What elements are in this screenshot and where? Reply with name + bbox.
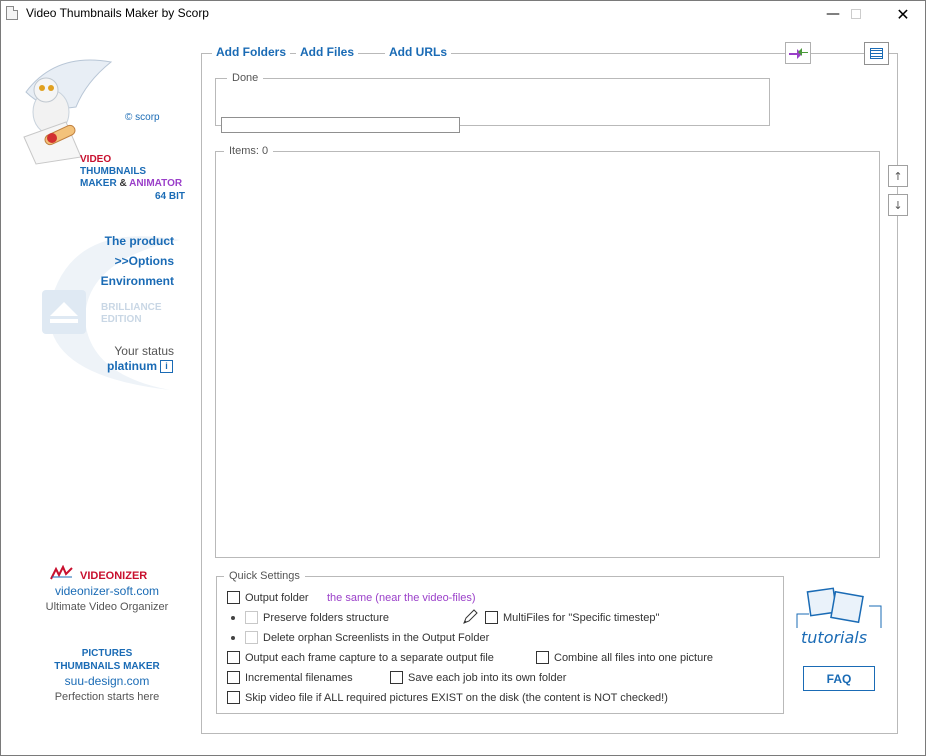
videonizer-tagline: Ultimate Video Organizer xyxy=(45,601,169,613)
close-button[interactable]: ✕ xyxy=(880,0,926,28)
edition-line1: BRILLIANCE xyxy=(101,302,162,313)
suu-design-tagline: Perfection starts here xyxy=(54,691,160,703)
tutorials-label: tutorials xyxy=(801,628,868,647)
tutorials-button[interactable]: tutorials xyxy=(795,584,883,652)
add-folders-link[interactable]: Add Folders xyxy=(212,45,291,59)
logo-line-thumbnails: THUMBNAILS xyxy=(80,166,147,177)
videonizer-link[interactable]: videonizer-soft.com xyxy=(14,584,200,598)
output-folder-checkbox[interactable] xyxy=(227,591,240,604)
incremental-checkbox[interactable] xyxy=(227,671,240,684)
logo-line-maker-animator: MAKER & ANIMATOR xyxy=(80,178,182,190)
preserve-structure-checkbox xyxy=(245,611,258,624)
videonizer-logo-icon xyxy=(50,565,73,580)
info-icon[interactable]: i xyxy=(160,360,173,373)
suu-design-link[interactable]: suu-design.com xyxy=(14,674,200,688)
logo-animator: ANIMATOR xyxy=(129,178,183,189)
bullet-dot xyxy=(231,636,235,640)
output-folder-value-link[interactable]: the same (near the video-files) xyxy=(327,592,476,604)
videonizer-title: VIDEONIZER xyxy=(80,570,148,582)
window-title: Video Thumbnails Maker by Scorp xyxy=(26,6,209,20)
preserve-structure-label: Preserve folders structure xyxy=(263,612,389,624)
status-value: platinum xyxy=(107,359,157,373)
edition-label: BRILLIANCE EDITION xyxy=(101,302,162,326)
nav-the-product[interactable]: The product xyxy=(14,234,174,248)
eject-icon xyxy=(42,290,86,334)
logo-64bit: 64 BIT xyxy=(155,191,186,202)
pictures-maker-title: PICTURES THUMBNAILS MAKER xyxy=(14,647,200,673)
copyright-label: © scorp xyxy=(125,112,160,123)
nav-options[interactable]: >>Options xyxy=(14,254,174,268)
items-list[interactable] xyxy=(215,151,880,558)
logo-line-video: VIDEO xyxy=(80,154,112,165)
nav-environment[interactable]: Environment xyxy=(14,274,174,288)
delete-orphan-checkbox xyxy=(245,631,258,644)
maximize-icon xyxy=(851,9,861,19)
logo-amp: & xyxy=(119,178,127,189)
move-down-button[interactable]: ↓ xyxy=(888,194,908,216)
tutorials-pictures-icon xyxy=(796,587,882,628)
combine-label: Combine all files into one picture xyxy=(554,652,713,664)
delete-orphan-label: Delete orphan Screenlists in the Output … xyxy=(263,632,490,644)
arrow-up-icon: ↑ xyxy=(893,169,903,183)
close-icon: ✕ xyxy=(896,4,910,24)
list-icon xyxy=(870,48,883,59)
status-label: Your status xyxy=(114,344,174,358)
faq-button[interactable]: FAQ xyxy=(803,666,875,691)
multifiles-checkbox[interactable] xyxy=(485,611,498,624)
arrow-down-icon: ↓ xyxy=(893,198,903,212)
save-job-label: Save each job into its own folder xyxy=(408,672,567,684)
edition-line2: EDITION xyxy=(101,314,142,325)
add-urls-link[interactable]: Add URLs xyxy=(385,45,451,59)
each-frame-checkbox[interactable] xyxy=(227,651,240,664)
maximize-button xyxy=(833,0,879,28)
skip-existing-checkbox[interactable] xyxy=(227,691,240,704)
multifiles-label: MultiFiles for "Specific timestep" xyxy=(503,612,660,624)
move-arrows-button[interactable] xyxy=(785,42,811,64)
app-icon xyxy=(6,6,18,20)
progress-bar xyxy=(221,117,460,133)
incremental-label: Incremental filenames xyxy=(245,672,353,684)
move-arrows-icon xyxy=(789,48,808,59)
done-group-label: Done xyxy=(227,72,264,84)
pen-icon[interactable] xyxy=(461,608,479,626)
pictures-maker-title-line2: THUMBNAILS MAKER xyxy=(54,661,160,672)
save-job-checkbox[interactable] xyxy=(390,671,403,684)
move-up-button[interactable]: ↑ xyxy=(888,165,908,187)
output-folder-label: Output folder xyxy=(245,592,309,604)
owl-logo xyxy=(23,59,113,165)
logo-maker: MAKER xyxy=(80,178,117,189)
quick-settings-label: Quick Settings xyxy=(224,570,305,582)
bullet-dot xyxy=(231,616,235,620)
add-files-link[interactable]: Add Files xyxy=(296,45,359,59)
items-count-label: Items: 0 xyxy=(224,145,274,157)
skip-existing-label: Skip video file if ALL required pictures… xyxy=(245,692,668,704)
pictures-maker-title-line1: PICTURES xyxy=(81,648,133,659)
menu-button[interactable] xyxy=(864,42,889,65)
combine-checkbox[interactable] xyxy=(536,651,549,664)
each-frame-label: Output each frame capture to a separate … xyxy=(245,652,494,664)
